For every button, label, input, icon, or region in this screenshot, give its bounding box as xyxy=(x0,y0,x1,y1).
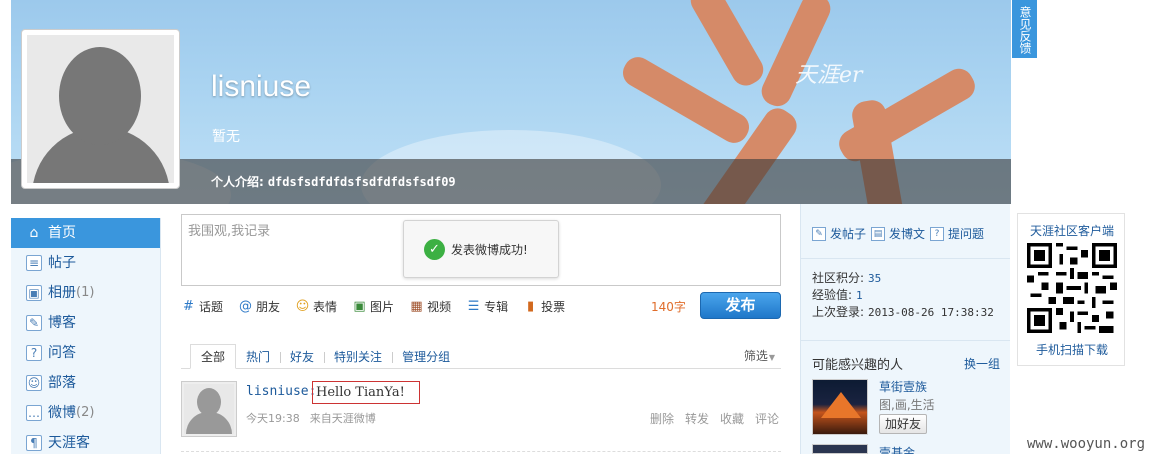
tool-emoji[interactable]: ☺ 表情 xyxy=(295,298,337,315)
at-icon: @ xyxy=(239,298,253,314)
site-watermark: www.wooyun.org xyxy=(1027,436,1146,452)
sidebar-item-qa[interactable]: ? 问答 xyxy=(11,338,160,368)
comment-button[interactable]: 评论 xyxy=(755,410,779,427)
home-icon: ⌂ xyxy=(29,225,39,241)
post-icon: ≡ xyxy=(26,255,42,271)
edit-icon: ✎ xyxy=(812,226,826,241)
app-scan-label[interactable]: 手机扫描下载 xyxy=(1018,341,1126,358)
last-login-label: 上次登录: xyxy=(812,305,865,319)
sidebar-item-home[interactable]: ⌂ 首页 xyxy=(11,218,160,248)
feed-source[interactable]: 来自天涯微博 xyxy=(310,412,376,425)
feed-content: Hello TianYa! xyxy=(312,381,420,404)
qr-code-icon xyxy=(1027,243,1117,333)
add-friend-button[interactable]: 加好友 xyxy=(879,414,927,434)
hash-icon: # xyxy=(183,298,194,314)
feedback-tab[interactable]: 意见反馈 xyxy=(1012,0,1037,58)
tab-hot[interactable]: 热门 xyxy=(236,346,280,368)
smiley-icon: ☺ xyxy=(295,298,310,314)
profile-avatar[interactable] xyxy=(21,29,180,189)
app-download-box: 天涯社区客户端 手机扫描下载 xyxy=(1017,213,1125,366)
sidebar-item-weibo[interactable]: … 微博 (2) xyxy=(11,398,160,428)
repost-button[interactable]: 转发 xyxy=(685,410,709,427)
tool-album[interactable]: ☰ 专辑 xyxy=(466,298,508,315)
weibo-icon: … xyxy=(26,405,42,421)
chevron-down-icon: ▼ xyxy=(768,353,775,362)
user-stats: 社区积分: 35 经验值: 1 上次登录: 2013-08-26 17:38:32 xyxy=(812,270,994,321)
app-title: 天涯社区客户端 xyxy=(1029,224,1114,238)
interest-title: 可能感兴趣的人 xyxy=(812,358,904,373)
delete-button[interactable]: 删除 xyxy=(650,410,674,427)
person-tags: 图,画,生活 xyxy=(879,398,935,412)
tool-image[interactable]: ▣ 图片 xyxy=(352,298,394,315)
ask-question-link[interactable]: ? 提问题 xyxy=(930,225,984,242)
new-post-link[interactable]: ✎ 发帖子 xyxy=(812,225,866,242)
question-icon: ? xyxy=(26,345,42,361)
intro-value: dfdsfsdfdfdsfsdfdfdsfsdf09 xyxy=(267,175,456,189)
composer-placeholder: 我围观,我记录 xyxy=(188,224,271,239)
image-icon: ▣ xyxy=(353,298,366,314)
feed-time[interactable]: 今天19:38 xyxy=(246,412,300,425)
left-sidebar: ⌂ 首页 ≡ 帖子 ▣ 相册 (1) ✎ 博客 ? 问答 ☺ 部落 … 微博 (2)… xyxy=(11,218,161,454)
tab-friends[interactable]: 好友 xyxy=(280,346,324,368)
feed-avatar[interactable] xyxy=(181,381,237,437)
person-name[interactable]: 草街壹族 xyxy=(879,378,927,395)
tool-friend[interactable]: @ 朋友 xyxy=(238,298,280,315)
tool-topic[interactable]: # 话题 xyxy=(181,298,223,315)
new-blog-link[interactable]: ▤ 发博文 xyxy=(871,225,925,242)
album-list-icon: ☰ xyxy=(467,298,480,314)
check-icon: ✓ xyxy=(424,238,445,260)
tab-manage-groups[interactable]: 管理分组 xyxy=(392,346,460,368)
sidebar-item-posts[interactable]: ≡ 帖子 xyxy=(11,248,160,278)
feed-actions: 删除 转发 收藏 评论 xyxy=(650,410,790,427)
weibo-count: (2) xyxy=(76,405,95,420)
tribe-icon: ☺ xyxy=(26,375,42,391)
tab-special[interactable]: 特别关注 xyxy=(324,346,392,368)
person-name[interactable]: 壹基金 xyxy=(879,443,915,454)
sidebar-item-blog[interactable]: ✎ 博客 xyxy=(11,308,160,338)
question-icon: ? xyxy=(930,226,945,241)
profile-intro: 个人介绍: dfdsfsdfdfdsfsdfdfdsfsdf09 xyxy=(211,173,456,190)
footprint-icon: ¶ xyxy=(26,435,42,451)
tool-video[interactable]: ▦ 视频 xyxy=(409,298,451,315)
sidebar-item-tianyake[interactable]: ¶ 天涯客 xyxy=(11,428,160,454)
feed-tabs: 全部 热门 好友 特别关注 管理分组 筛选▼ xyxy=(181,344,781,369)
success-toast: ✓ 发表微博成功! xyxy=(403,220,559,278)
exp-label: 经验值: xyxy=(812,288,853,302)
sidebar-item-tribe[interactable]: ☺ 部落 xyxy=(11,368,160,398)
quick-links: ✎ 发帖子 ▤ 发博文 ? 提问题 xyxy=(812,225,989,242)
tab-all[interactable]: 全部 xyxy=(190,344,237,369)
blog-icon: ✎ xyxy=(26,315,42,331)
person-avatar[interactable] xyxy=(812,379,868,435)
divider xyxy=(801,340,1010,341)
last-login-value: 2013-08-26 17:38:32 xyxy=(868,306,994,319)
composer-toolbar: # 话题 @ 朋友 ☺ 表情 ▣ 图片 ▦ 视频 ☰ 专辑 ▮ 投票 xyxy=(181,297,580,315)
album-icon: ▣ xyxy=(26,285,42,301)
exp-value[interactable]: 1 xyxy=(856,289,863,302)
favorite-button[interactable]: 收藏 xyxy=(720,410,744,427)
publish-button[interactable]: 发布 xyxy=(700,292,781,319)
char-count: 140字 xyxy=(651,300,686,314)
sidebar-item-album[interactable]: ▣ 相册 (1) xyxy=(11,278,160,308)
profile-subtitle: 暂无 xyxy=(212,129,240,145)
points-value[interactable]: 35 xyxy=(868,272,881,285)
toast-message: 发表微博成功! xyxy=(451,242,528,257)
swap-group-link[interactable]: 换一组 xyxy=(964,355,1000,372)
album-count: (1) xyxy=(76,285,95,300)
person-avatar[interactable] xyxy=(812,444,868,454)
feed-divider xyxy=(181,451,781,452)
profile-username: lisniuse xyxy=(211,70,312,103)
points-label: 社区积分: xyxy=(812,271,865,285)
video-icon: ▦ xyxy=(410,298,423,314)
blog-edit-icon: ▤ xyxy=(871,226,886,241)
brand-watermark: 天涯er xyxy=(795,63,863,88)
vote-icon: ▮ xyxy=(527,298,535,314)
divider xyxy=(801,258,1010,259)
tool-vote[interactable]: ▮ 投票 xyxy=(523,298,565,315)
feed-meta: 今天19:38 来自天涯微博 xyxy=(246,410,386,426)
intro-label: 个人介绍: xyxy=(211,175,264,189)
filter-dropdown[interactable]: 筛选▼ xyxy=(744,347,775,364)
feed-username[interactable]: lisniuse: xyxy=(246,384,316,399)
